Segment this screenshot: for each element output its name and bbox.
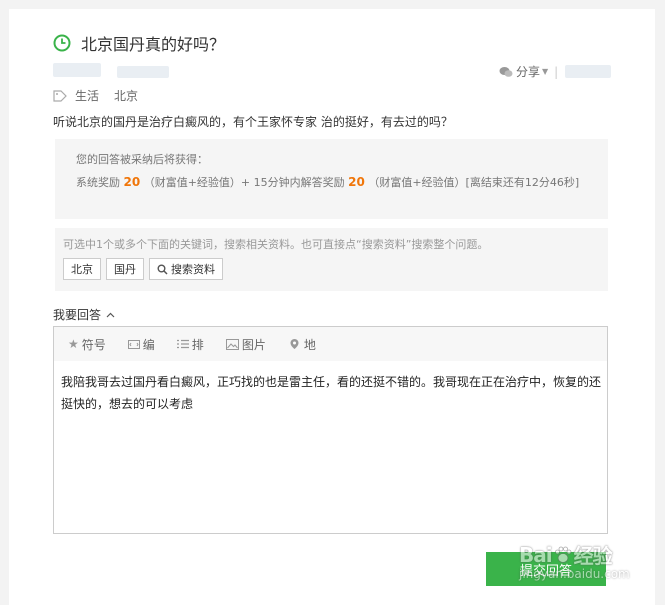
list-icon — [176, 339, 189, 349]
question-card: 北京国丹真的好吗？ 分享 ▼ | 生活 北京 听说北京的国丹是治疗白癜风的，有个… — [9, 9, 655, 605]
keyword-box: 可选中1个或多个下面的关键词，搜索相关资料。也可直接点“搜索资料”搜索整个问题。… — [55, 228, 608, 291]
toolbar-image[interactable]: 图片 — [225, 336, 266, 353]
keyword-button-beijing[interactable]: 北京 — [63, 258, 101, 280]
answer-textarea[interactable]: 我陪我哥去过国丹看白癜风，正巧找的也是雷主任，看的还挺不错的。我哥现在正在治疗中… — [61, 371, 601, 415]
image-icon — [225, 338, 239, 350]
search-icon — [157, 264, 168, 275]
fast-reward-unit: （财富值+经验值）[离结束还有12分46秒] — [368, 176, 580, 189]
clock-icon — [53, 34, 71, 52]
share-button[interactable]: 分享 ▼ | — [499, 63, 558, 80]
search-resources-label: 搜索资料 — [171, 263, 215, 276]
chevron-down-icon: ▼ — [542, 67, 549, 76]
toolbar-list-label: 排 — [191, 337, 204, 352]
tag-life[interactable]: 生活 — [75, 87, 99, 104]
question-header: 北京国丹真的好吗？ — [53, 31, 225, 55]
baidu-jingyan-watermark: Bai 经验 jingyan.baidu.com — [519, 540, 630, 582]
toolbar-map[interactable]: 地 — [288, 336, 316, 353]
toolbar-symbol[interactable]: ★ 符号 — [68, 336, 106, 353]
system-reward-label: 系统奖励 — [76, 176, 120, 189]
keyword-hint: 可选中1个或多个下面的关键词，搜索相关资料。也可直接点“搜索资料”搜索整个问题。 — [63, 238, 489, 251]
question-body: 听说北京的国丹是治疗白癜风的，有个王家怀专家 治的挺好，有去过的吗？ — [53, 115, 453, 129]
my-answer-heading: 我要回答 — [53, 308, 102, 322]
wechat-icon — [499, 66, 513, 77]
toolbar-code[interactable]: 编 — [127, 336, 155, 353]
paw-icon — [554, 546, 572, 563]
divider: | — [554, 64, 559, 79]
reward-box: 您的回答被采纳后将获得： 系统奖励 20 （财富值+经验值）+ 15分钟内解答奖… — [55, 139, 608, 219]
fast-reward-value: 20 — [348, 175, 365, 189]
keyword-button-guodan[interactable]: 国丹 — [106, 258, 144, 280]
toolbar-list[interactable]: 排 — [176, 336, 204, 353]
my-answer-toggle[interactable]: 我要回答 — [53, 306, 115, 323]
share-label: 分享 — [516, 65, 541, 79]
watermark-logo: Bai 经验 — [519, 542, 613, 569]
keyword-buttons: 北京 国丹 搜索资料 — [63, 258, 228, 280]
toolbar-image-label: 图片 — [241, 337, 266, 352]
toolbar-map-label: 地 — [303, 337, 316, 352]
answer-editor: ★ 符号 编 排 图片 地 我陪我哥去过国丹看白癜风，正巧找的也是雷主任，看的还… — [53, 326, 608, 534]
toolbar-code-label: 编 — [142, 337, 155, 352]
reward-intro: 您的回答被采纳后将获得： — [76, 153, 208, 166]
map-icon — [290, 339, 299, 349]
search-resources-button[interactable]: 搜索资料 — [149, 258, 223, 280]
editor-toolbar: ★ 符号 编 排 图片 地 — [54, 327, 607, 361]
blurred-extra — [565, 65, 611, 78]
toolbar-symbol-label: 符号 — [81, 337, 106, 352]
blurred-time — [117, 66, 169, 78]
system-reward-value: 20 — [123, 175, 141, 189]
tags-row: 生活 北京 — [53, 87, 153, 104]
chevron-up-icon — [106, 312, 115, 317]
system-reward-unit: （财富值+经验值）+ 15分钟内解答奖励 — [143, 176, 345, 189]
watermark-url: jingyan.baidu.com — [519, 567, 630, 581]
tag-beijing[interactable]: 北京 — [114, 87, 138, 104]
reward-details: 系统奖励 20 （财富值+经验值）+ 15分钟内解答奖励 20 （财富值+经验值… — [76, 172, 596, 193]
blurred-username — [53, 63, 101, 77]
question-title: 北京国丹真的好吗？ — [81, 35, 226, 54]
star-icon: ★ — [68, 337, 79, 351]
tag-icon — [53, 89, 67, 102]
code-icon — [127, 339, 140, 349]
